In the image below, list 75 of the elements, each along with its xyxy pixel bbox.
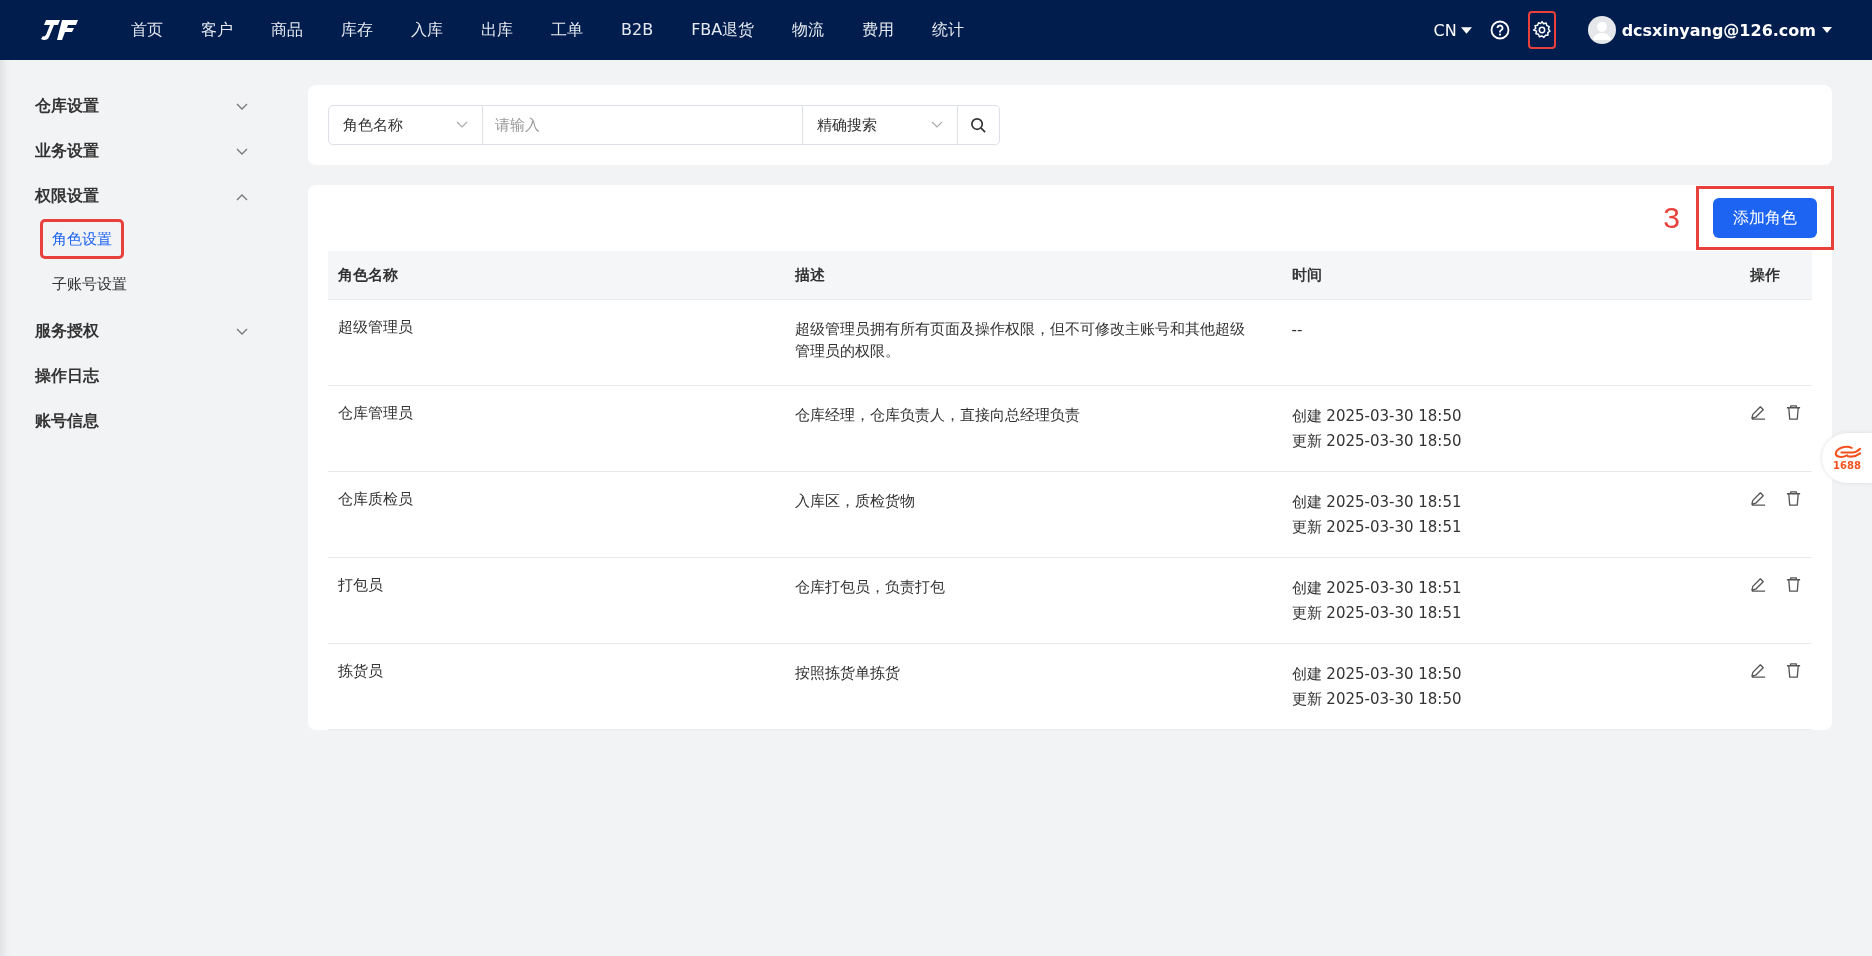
column-header: 操作	[1740, 251, 1812, 300]
search-icon	[970, 116, 987, 134]
time-text: 创建 2025-03-30 18:51	[1291, 492, 1463, 513]
chevron-icon	[236, 327, 248, 336]
user-email[interactable]: dcsxinyang@126.com	[1621, 20, 1816, 40]
delete-icon[interactable]	[1785, 490, 1802, 507]
sidebar-item[interactable]: 业务设置	[0, 129, 290, 174]
add-role-button[interactable]: 添加角色	[1713, 198, 1817, 238]
edit-icon[interactable]	[1750, 404, 1767, 421]
role-description: 仓库经理，仓库负责人，直接向总经理负责	[794, 406, 1081, 425]
settings-icon	[1531, 20, 1552, 40]
column-header: 角色名称	[328, 251, 785, 300]
smile-logo-icon	[1833, 445, 1861, 460]
nav-link[interactable]: 费用	[843, 19, 914, 41]
time-text: 创建 2025-03-30 18:50	[1291, 664, 1463, 685]
chevron-icon	[236, 102, 248, 111]
edit-icon[interactable]	[1750, 490, 1767, 507]
sidebar-item[interactable]: 服务授权	[0, 309, 290, 354]
role-name: 仓库管理员	[338, 405, 413, 421]
nav-link[interactable]: 入库	[392, 19, 462, 41]
nav-link[interactable]: 首页	[112, 19, 182, 41]
nav-link[interactable]: FBA退货	[672, 19, 774, 41]
avatar-icon[interactable]	[1587, 16, 1616, 44]
nav-link[interactable]: 客户	[182, 19, 252, 41]
time-text: 更新 2025-03-30 18:50	[1291, 689, 1463, 710]
logo-icon[interactable]	[40, 18, 80, 42]
nav-link[interactable]: 商品	[252, 19, 322, 41]
column-header: 时间	[1281, 251, 1740, 300]
sidebar-subitem[interactable]: 子账号设置	[40, 264, 139, 304]
search-button[interactable]	[958, 105, 1000, 145]
role-name: 拣货员	[338, 663, 383, 679]
delete-icon[interactable]	[1785, 576, 1802, 593]
caret-icon[interactable]	[1822, 27, 1832, 33]
sidebar-item[interactable]: 权限设置	[0, 174, 290, 219]
role-description: 入库区，质检货物	[794, 492, 916, 511]
caret-icon	[1460, 26, 1472, 34]
field-select[interactable]: 角色名称	[328, 105, 483, 145]
time-text: --	[1291, 320, 1304, 341]
help-icon[interactable]	[1489, 20, 1510, 40]
time-text: 更新 2025-03-30 18:51	[1291, 603, 1463, 624]
role-description: 超级管理员拥有所有页面及操作权限，但不可修改主账号和其他超级管理员的权限。	[794, 320, 1246, 361]
nav-link[interactable]: 出库	[462, 19, 532, 41]
sidebar-item[interactable]: 操作日志	[0, 354, 290, 399]
role-description: 按照拣货单拣货	[794, 664, 901, 683]
search-input[interactable]: 请输入	[483, 105, 803, 145]
role-description: 仓库打包员，负责打包	[794, 578, 946, 597]
sidebar-item[interactable]: 仓库设置	[0, 84, 290, 129]
time-text: 创建 2025-03-30 18:50	[1291, 406, 1463, 427]
settings-button[interactable]	[1527, 11, 1556, 49]
role-name: 仓库质检员	[338, 491, 413, 507]
delete-icon[interactable]	[1785, 662, 1802, 679]
chevron-icon	[456, 121, 468, 129]
column-header: 描述	[784, 251, 1282, 300]
annotation-number: 3	[1663, 201, 1680, 235]
widget-label: 1688	[1833, 460, 1861, 471]
role-name: 超级管理员	[338, 319, 413, 335]
language-select[interactable]: CN	[1433, 20, 1472, 40]
time-text: 更新 2025-03-30 18:51	[1291, 517, 1463, 538]
sidebar-item[interactable]: 账号信息	[0, 399, 290, 444]
chevron-icon	[236, 147, 248, 156]
role-name: 打包员	[338, 577, 383, 593]
nav-link[interactable]: B2B	[602, 19, 673, 41]
chevron-icon	[236, 192, 248, 201]
edit-icon[interactable]	[1750, 662, 1767, 679]
nav-link[interactable]: 库存	[322, 19, 392, 41]
mode-select[interactable]: 精确搜索	[803, 105, 958, 145]
nav-link[interactable]: 统计	[913, 19, 984, 41]
edit-icon[interactable]	[1750, 576, 1767, 593]
sidebar-subitem[interactable]: 角色设置	[40, 219, 124, 259]
time-text: 创建 2025-03-30 18:51	[1291, 578, 1463, 599]
nav-link[interactable]: 工单	[532, 19, 602, 41]
chevron-icon	[931, 121, 943, 129]
time-text: 更新 2025-03-30 18:50	[1291, 431, 1463, 452]
delete-icon[interactable]	[1785, 404, 1802, 421]
nav-link[interactable]: 物流	[773, 19, 844, 41]
